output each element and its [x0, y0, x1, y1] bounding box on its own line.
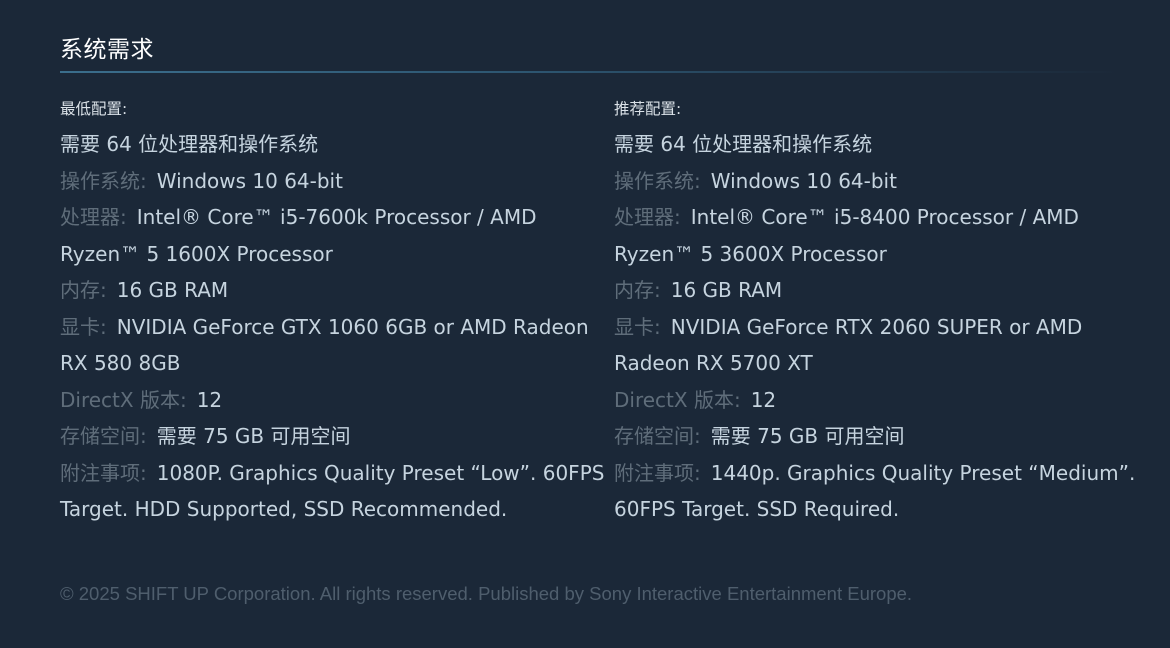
recommended-os-label: 操作系统:	[614, 168, 701, 193]
minimum-64bit-text: 需要 64 位处理器和操作系统	[60, 132, 319, 156]
recommended-gpu-label: 显卡:	[614, 314, 661, 339]
recommended-cpu-row: 处理器: Intel® Core™ i5-8400 Processor / AMD…	[614, 199, 1164, 272]
minimum-storage-value: 需要 75 GB 可用空间	[156, 424, 351, 448]
minimum-gpu-value: NVIDIA GeForce GTX 1060 6GB or AMD Radeo…	[60, 314, 589, 376]
minimum-os-row: 操作系统: Windows 10 64-bit	[60, 163, 605, 200]
minimum-notes-row: 附注事项: 1080P. Graphics Quality Preset “Low…	[60, 455, 605, 528]
minimum-heading: 最低配置:	[60, 100, 128, 118]
recommended-cpu-label: 处理器:	[614, 205, 681, 229]
minimum-directx-label: DirectX 版本:	[60, 387, 187, 412]
minimum-cpu-row: 处理器: Intel® Core™ i5-7600k Processor / AM…	[60, 199, 605, 272]
recommended-64bit-requirement: 需要 64 位处理器和操作系统	[614, 126, 1164, 163]
recommended-heading: 推荐配置:	[614, 100, 682, 118]
minimum-64bit-requirement: 需要 64 位处理器和操作系统	[60, 126, 605, 163]
minimum-cpu-label: 处理器:	[60, 205, 127, 229]
recommended-directx-value: 12	[750, 387, 777, 412]
recommended-directx-label: DirectX 版本:	[614, 387, 741, 412]
recommended-ram-row: 内存: 16 GB RAM	[614, 272, 1164, 309]
minimum-directx-row: DirectX 版本: 12	[60, 382, 605, 419]
minimum-requirements-column: 最低配置: 需要 64 位处理器和操作系统 操作系统: Windows 10 64…	[60, 96, 605, 528]
minimum-gpu-label: 显卡:	[60, 314, 107, 339]
recommended-gpu-value: NVIDIA GeForce RTX 2060 SUPER or AMD Rad…	[614, 314, 1083, 376]
minimum-os-value: Windows 10 64-bit	[156, 168, 343, 193]
copyright-notice: © 2025 SHIFT UP Corporation. All rights …	[60, 583, 913, 604]
recommended-ram-value: 16 GB RAM	[670, 278, 783, 302]
recommended-gpu-row: 显卡: NVIDIA GeForce RTX 2060 SUPER or AMD …	[614, 309, 1164, 382]
minimum-gpu-row: 显卡: NVIDIA GeForce GTX 1060 6GB or AMD Ra…	[60, 309, 605, 382]
recommended-cpu-value: Intel® Core™ i5-8400 Processor / AMD Ryz…	[614, 205, 1079, 266]
recommended-64bit-text: 需要 64 位处理器和操作系统	[614, 132, 873, 156]
recommended-storage-value: 需要 75 GB 可用空间	[710, 424, 905, 448]
minimum-os-label: 操作系统:	[60, 168, 147, 193]
section-title: 系统需求	[60, 37, 154, 63]
minimum-ram-value: 16 GB RAM	[116, 278, 229, 302]
minimum-ram-label: 内存:	[60, 278, 107, 302]
recommended-storage-row: 存储空间: 需要 75 GB 可用空间	[614, 418, 1164, 455]
recommended-storage-label: 存储空间:	[614, 424, 701, 448]
recommended-directx-row: DirectX 版本: 12	[614, 382, 1164, 419]
title-divider	[60, 71, 1120, 73]
recommended-os-value: Windows 10 64-bit	[710, 168, 897, 193]
recommended-notes-row: 附注事项: 1440p. Graphics Quality Preset “Med…	[614, 455, 1164, 528]
recommended-notes-label: 附注事项:	[614, 460, 701, 485]
recommended-os-row: 操作系统: Windows 10 64-bit	[614, 163, 1164, 200]
recommended-ram-label: 内存:	[614, 278, 661, 302]
minimum-storage-label: 存储空间:	[60, 424, 147, 448]
minimum-notes-label: 附注事项:	[60, 460, 147, 485]
minimum-storage-row: 存储空间: 需要 75 GB 可用空间	[60, 418, 605, 455]
minimum-ram-row: 内存: 16 GB RAM	[60, 272, 605, 309]
minimum-directx-value: 12	[196, 387, 223, 412]
recommended-requirements-column: 推荐配置: 需要 64 位处理器和操作系统 操作系统: Windows 10 64…	[614, 96, 1164, 528]
minimum-cpu-value: Intel® Core™ i5-7600k Processor / AMD Ry…	[60, 205, 537, 266]
